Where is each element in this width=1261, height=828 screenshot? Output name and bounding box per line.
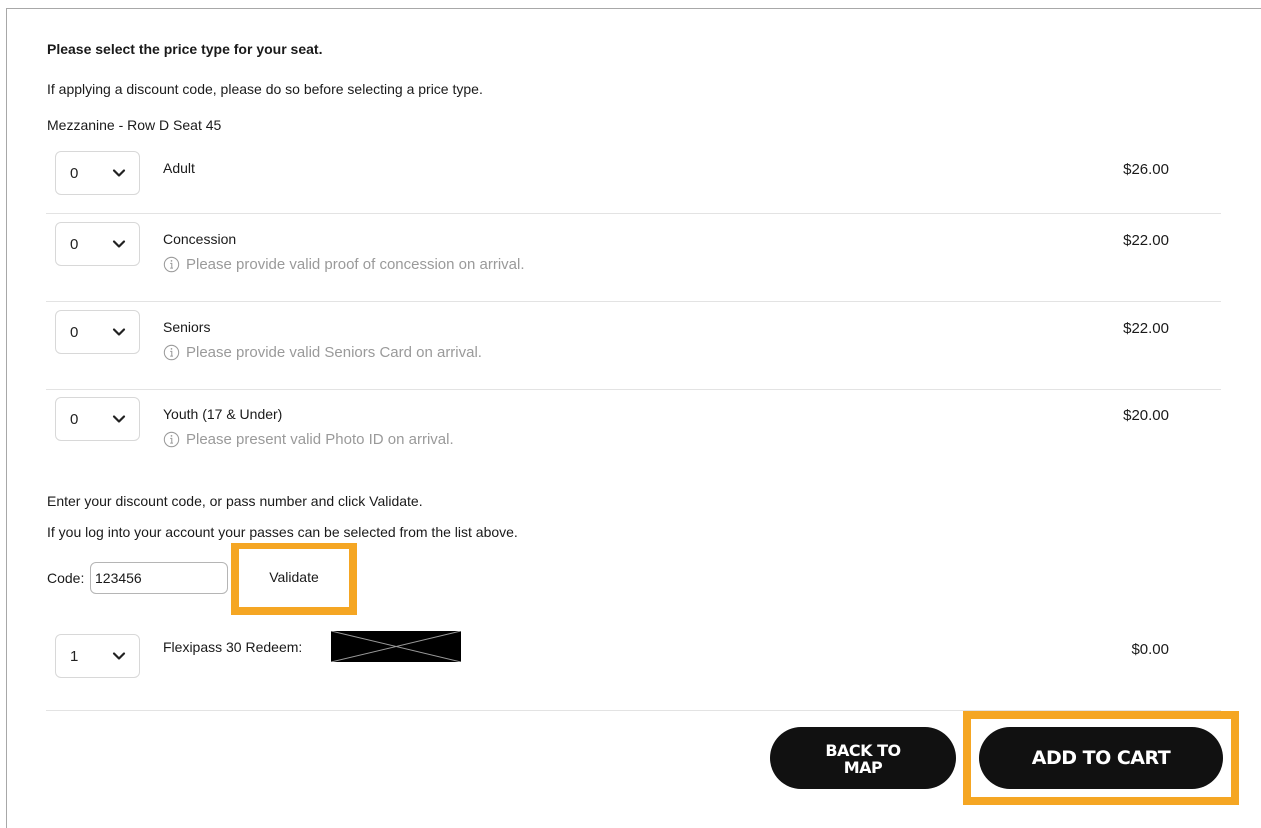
back-to-map-button[interactable]: BACK TO MAP: [770, 727, 956, 789]
price-type-note: Please provide valid Seniors Card on arr…: [163, 344, 482, 361]
row-divider: [46, 213, 1221, 214]
discount-instruction: Enter your discount code, or pass number…: [47, 493, 423, 509]
discount-code-input[interactable]: [90, 562, 228, 594]
price-type-name: Adult: [163, 160, 195, 176]
info-icon: [163, 431, 180, 448]
quantity-value: 0: [70, 410, 79, 428]
frame-border-left: [6, 8, 7, 828]
adult-quantity-select[interactable]: 0: [55, 151, 140, 195]
redacted-pass-number: [331, 631, 461, 662]
price-type-price: $26.00: [1123, 161, 1169, 178]
row-divider: [46, 389, 1221, 390]
frame-border-top: [6, 8, 1261, 9]
validate-button[interactable]: Validate: [239, 549, 349, 605]
price-type-name: Youth (17 & Under): [163, 406, 283, 422]
price-type-note: Please present valid Photo ID on arrival…: [163, 431, 454, 448]
quantity-value: 0: [70, 164, 79, 182]
quantity-value: 1: [70, 647, 79, 665]
pass-quantity-select[interactable]: 1: [55, 634, 140, 678]
add-to-cart-button[interactable]: ADD TO CART: [979, 727, 1223, 789]
chevron-down-icon: [112, 415, 126, 423]
price-type-name: Concession: [163, 231, 237, 247]
login-hint: If you log into your account your passes…: [47, 524, 518, 540]
youth-quantity-select[interactable]: 0: [55, 397, 140, 441]
code-label: Code:: [47, 570, 85, 586]
price-type-name: Seniors: [163, 319, 211, 335]
chevron-down-icon: [112, 328, 126, 336]
price-type-price: $22.00: [1123, 320, 1169, 337]
chevron-down-icon: [112, 652, 126, 660]
row-divider: [46, 301, 1221, 302]
seniors-quantity-select[interactable]: 0: [55, 310, 140, 354]
quantity-value: 0: [70, 323, 79, 341]
price-type-heading: Please select the price type for your se…: [47, 41, 323, 57]
pass-name: Flexipass 30 Redeem:: [163, 639, 303, 655]
note-text: Please provide valid proof of concession…: [186, 256, 525, 273]
price-type-price: $20.00: [1123, 407, 1169, 424]
info-icon: [163, 256, 180, 273]
pass-price: $0.00: [1131, 641, 1169, 658]
seat-label: Mezzanine - Row D Seat 45: [47, 117, 222, 133]
concession-quantity-select[interactable]: 0: [55, 222, 140, 266]
info-icon: [163, 344, 180, 361]
chevron-down-icon: [112, 240, 126, 248]
note-text: Please present valid Photo ID on arrival…: [186, 431, 454, 448]
quantity-value: 0: [70, 235, 79, 253]
price-type-price: $22.00: [1123, 232, 1169, 249]
price-type-note: Please provide valid proof of concession…: [163, 256, 525, 273]
note-text: Please provide valid Seniors Card on arr…: [186, 344, 482, 361]
chevron-down-icon: [112, 169, 126, 177]
discount-notice: If applying a discount code, please do s…: [47, 81, 483, 97]
